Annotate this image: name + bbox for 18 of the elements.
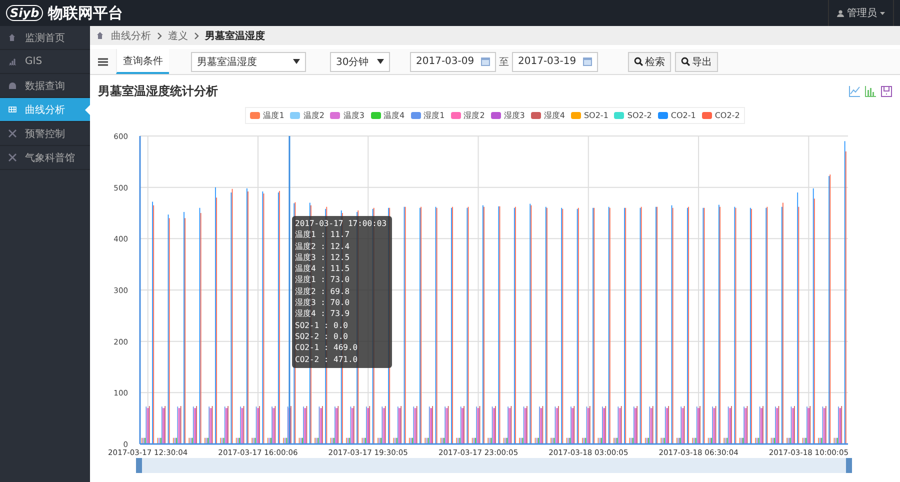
breadcrumb-item: 男墓室温湿度 — [205, 29, 265, 42]
range-label: 至 — [499, 56, 509, 68]
tooltip-row-text: SO2-2 : 0.0 — [295, 332, 349, 342]
logo: Siyb — [6, 5, 44, 21]
tooltip-row-text: 温度3 : 12.5 — [295, 252, 351, 264]
tooltip-row-text: SO2-1 : 0.0 — [295, 320, 349, 331]
tooltip-title: 2017-03-17 17:00:03 — [295, 219, 388, 230]
tooltip-row-text: 湿度1 : 73.0 — [295, 275, 351, 286]
tooltip-row-text: 湿度2 : 69.8 — [295, 286, 351, 298]
tooltip-row-text: 温度2 : 12.4 — [295, 242, 351, 252]
tooltip-row-text: 温度1 : 11.7 — [295, 230, 351, 241]
tooltip-row-text: 湿度4 : 73.9 — [295, 309, 351, 320]
chart-title: 男墓室温湿度统计分析 — [98, 82, 218, 100]
app-title: 物联网平台 — [48, 4, 124, 22]
tooltip-row-text: CO2-2 : 471.0 — [295, 354, 359, 365]
tooltip-row-text: CO2-1 : 469.0 — [295, 343, 359, 354]
tooltip-row-text: 湿度3 : 70.0 — [295, 298, 351, 308]
tooltip-row-text: 温度4 : 11.5 — [295, 264, 351, 274]
